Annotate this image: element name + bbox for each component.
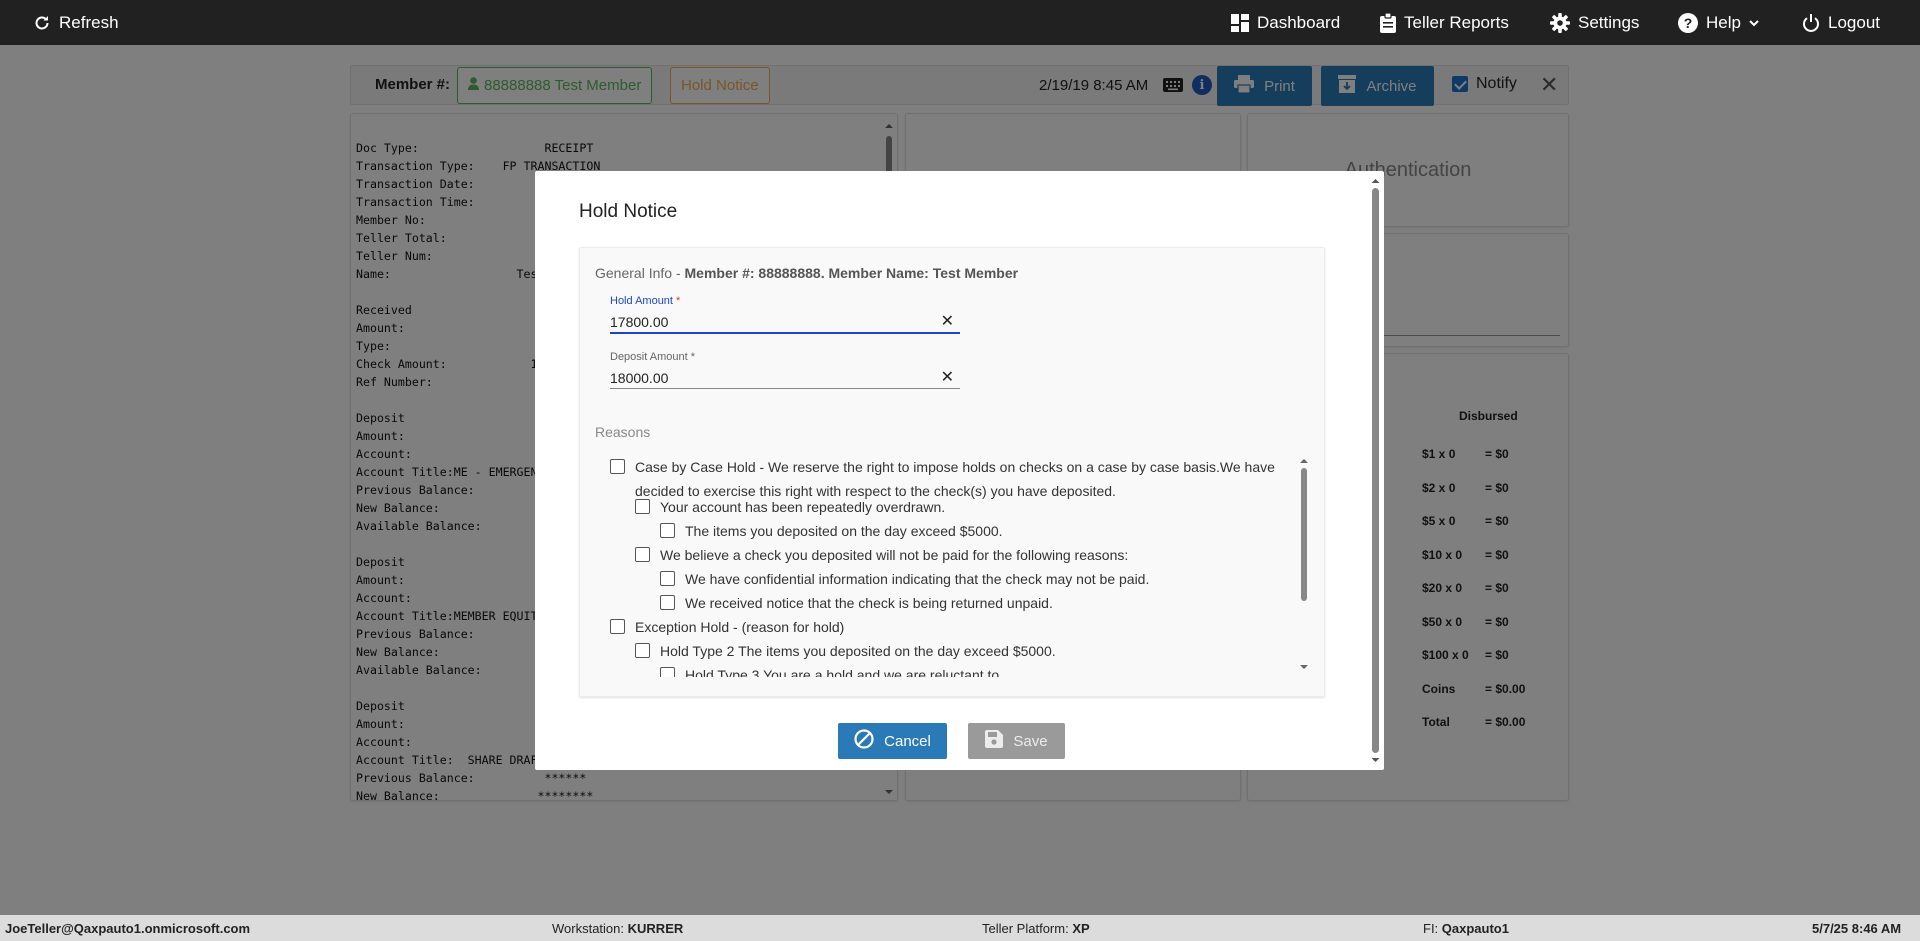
svg-text:?: ?: [1684, 15, 1693, 31]
status-fi: FI: Qaxpauto1: [1423, 921, 1509, 936]
status-datetime-value: 5/7/25 8:46 AM: [1812, 921, 1902, 936]
clipboard-icon: [1380, 12, 1396, 33]
dashboard-icon: [1231, 13, 1249, 32]
status-platform-value: XP: [1072, 921, 1090, 936]
cancel-label: Cancel: [884, 732, 931, 750]
reason-text: Exception Hold - (reason for hold): [635, 619, 845, 635]
checkbox-icon[interactable]: [610, 459, 625, 474]
status-user-value: JoeTeller@Qaxpauto1.onmicrosoft.com: [5, 921, 251, 936]
deposit-amount-field[interactable]: Deposit Amount * 18000.00 ✕: [610, 351, 960, 393]
hold-notice-dialog: Hold Notice General Info - Member #: 888…: [535, 171, 1384, 770]
logout-button[interactable]: Logout: [1802, 0, 1880, 45]
deposit-amount-underline: [610, 388, 960, 389]
status-workstation-label: Workstation:: [552, 921, 625, 936]
checkbox-icon[interactable]: [635, 547, 650, 562]
dialog-scrollbar[interactable]: [1369, 173, 1382, 768]
refresh-button[interactable]: Refresh: [33, 0, 119, 45]
required-marker: *: [690, 351, 695, 363]
status-platform-label: Teller Platform:: [982, 921, 1069, 936]
status-workstation: Workstation: KURRER: [552, 921, 683, 936]
nav-help[interactable]: ? Help: [1678, 0, 1759, 45]
reason-text: We believe a check you deposited will no…: [660, 547, 1129, 563]
nav-dashboard[interactable]: Dashboard: [1231, 0, 1340, 45]
deposit-amount-label-text: Deposit Amount: [610, 351, 688, 363]
hold-amount-value[interactable]: 17800.00: [610, 314, 668, 330]
hold-amount-field[interactable]: Hold Amount * 17800.00 ✕: [610, 295, 960, 337]
checkbox-icon[interactable]: [660, 523, 675, 538]
teller-reports-label: Teller Reports: [1404, 12, 1509, 32]
logout-label: Logout: [1828, 12, 1880, 32]
reasons-list: Case by Case Hold - We reserve the right…: [580, 455, 1324, 677]
status-fi-value: Qaxpauto1: [1441, 921, 1509, 936]
status-datetime: 5/7/25 8:46 AM: [1812, 921, 1901, 936]
status-fi-label: FI:: [1423, 921, 1439, 936]
reason-text: Hold Type 2 The items you deposited on t…: [660, 643, 1056, 659]
checkbox-icon[interactable]: [635, 643, 650, 658]
checkbox-icon[interactable]: [660, 595, 675, 610]
refresh-label: Refresh: [59, 12, 119, 32]
reasons-scrollbar[interactable]: [1298, 455, 1310, 677]
status-bar: JoeTeller@Qaxpauto1.onmicrosoft.com Work…: [0, 915, 1920, 941]
deposit-amount-value[interactable]: 18000.00: [610, 370, 668, 386]
checkbox-icon[interactable]: [635, 499, 650, 514]
power-icon: [1802, 13, 1820, 32]
cancel-button[interactable]: Cancel: [838, 723, 947, 759]
general-info-prefix: General Info -: [595, 265, 685, 281]
ban-icon: [854, 729, 874, 753]
refresh-icon: [33, 14, 51, 32]
reason-text: We received notice that the check is bei…: [685, 595, 1053, 611]
status-user: JoeTeller@Qaxpauto1.onmicrosoft.com: [5, 921, 250, 936]
reason-text: The items you deposited on the day excee…: [685, 523, 1003, 539]
reason-text: Your account has been repeatedly overdra…: [660, 499, 946, 515]
hold-amount-label: Hold Amount *: [610, 295, 960, 307]
gear-icon: [1550, 12, 1570, 33]
floppy-disk-icon: [985, 730, 1004, 752]
settings-label: Settings: [1578, 12, 1640, 32]
help-label: Help: [1706, 12, 1741, 32]
hold-form-card: General Info - Member #: 88888888. Membe…: [579, 247, 1325, 697]
top-nav-bar: Refresh Dashboard Teller Reports Setting…: [0, 0, 1920, 45]
reason-text: Hold Type 3 You are a hold and we are re…: [685, 667, 1015, 677]
status-platform: Teller Platform: XP: [982, 921, 1090, 936]
reason-text: We have confidential information indicat…: [685, 571, 1150, 587]
general-info-detail: Member #: 88888888. Member Name: Test Me…: [684, 265, 1019, 281]
nav-teller-reports[interactable]: Teller Reports: [1380, 0, 1509, 45]
nav-settings[interactable]: Settings: [1550, 0, 1639, 45]
deposit-amount-label: Deposit Amount *: [610, 351, 960, 363]
reasons-label: Reasons: [595, 424, 651, 440]
status-workstation-value: KURRER: [627, 921, 684, 936]
clear-deposit-amount-icon[interactable]: ✕: [941, 367, 954, 387]
clear-hold-amount-icon[interactable]: ✕: [941, 311, 954, 331]
save-button[interactable]: Save: [968, 723, 1065, 759]
hold-amount-label-text: Hold Amount: [610, 295, 673, 307]
required-marker: *: [676, 295, 681, 307]
checkbox-icon[interactable]: [660, 667, 675, 677]
hold-amount-underline: [610, 332, 960, 334]
dashboard-label: Dashboard: [1257, 12, 1341, 32]
reason-text-line: Case by Case Hold - We reserve the right…: [635, 459, 1275, 475]
help-icon: ?: [1678, 12, 1698, 33]
dialog-title: Hold Notice: [579, 201, 678, 222]
general-info: General Info - Member #: 88888888. Membe…: [595, 265, 1018, 281]
chevron-down-icon: [1749, 19, 1759, 27]
checkbox-icon[interactable]: [610, 619, 625, 634]
checkbox-icon[interactable]: [660, 571, 675, 586]
save-label: Save: [1013, 732, 1048, 750]
